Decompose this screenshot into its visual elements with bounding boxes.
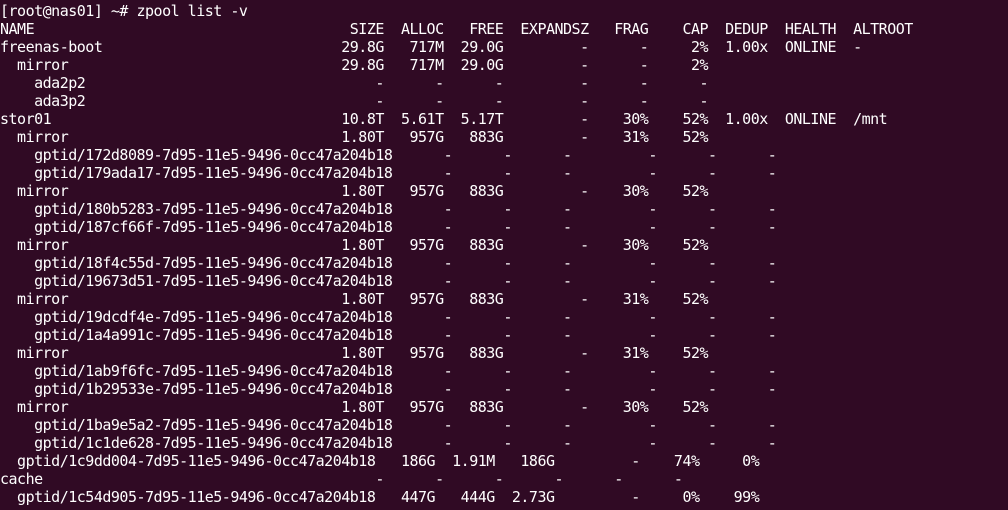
- vdev-row: mirror 1.80T 957G 883G - 30% 52%: [0, 182, 709, 200]
- vdev-row: mirror 1.80T 957G 883G - 31% 52%: [0, 344, 709, 362]
- cache-row: cache - - - - - -: [0, 470, 683, 488]
- device-row: gptid/1c1de628-7d95-11e5-9496-0cc47a204b…: [0, 434, 777, 452]
- vdev-row: mirror 1.80T 957G 883G - 30% 52%: [0, 398, 709, 416]
- device-row: ada2p2 - - - - - -: [0, 74, 709, 92]
- pool-row-stor01: stor01 10.8T 5.61T 5.17T - 30% 52% 1.00x…: [0, 110, 888, 128]
- vdev-row: mirror 1.80T 957G 883G - 31% 52%: [0, 128, 709, 146]
- vdev-row: mirror 1.80T 957G 883G - 31% 52%: [0, 290, 709, 308]
- device-row: gptid/18f4c55d-7d95-11e5-9496-0cc47a204b…: [0, 254, 777, 272]
- device-row: gptid/172d8089-7d95-11e5-9496-0cc47a204b…: [0, 146, 777, 164]
- device-row: gptid/19dcdf4e-7d95-11e5-9496-0cc47a204b…: [0, 308, 777, 326]
- device-row: gptid/180b5283-7d95-11e5-9496-0cc47a204b…: [0, 200, 777, 218]
- device-row: gptid/19673d51-7d95-11e5-9496-0cc47a204b…: [0, 272, 777, 290]
- device-row: ada3p2 - - - - - -: [0, 92, 709, 110]
- terminal-window[interactable]: [root@nas01] ~# zpool list -v NAME SIZE A…: [0, 0, 1008, 510]
- device-row: gptid/1a4a991c-7d95-11e5-9496-0cc47a204b…: [0, 326, 777, 344]
- device-row: gptid/1b29533e-7d95-11e5-9496-0cc47a204b…: [0, 380, 777, 398]
- table-header: NAME SIZE ALLOC FREE EXPANDSZ FRAG CAP D…: [0, 20, 913, 38]
- log-device-row: gptid/1c9dd004-7d95-11e5-9496-0cc47a204b…: [0, 452, 760, 470]
- terminal-output: [root@nas01] ~# zpool list -v NAME SIZE A…: [0, 0, 1008, 506]
- device-row: gptid/179ada17-7d95-11e5-9496-0cc47a204b…: [0, 164, 777, 182]
- cache-device-row: gptid/1c54d905-7d95-11e5-9496-0cc47a204b…: [0, 488, 760, 506]
- device-row: gptid/1ba9e5a2-7d95-11e5-9496-0cc47a204b…: [0, 416, 777, 434]
- vdev-row: mirror 1.80T 957G 883G - 30% 52%: [0, 236, 709, 254]
- prompt-line: [root@nas01] ~# zpool list -v: [0, 2, 248, 20]
- device-row: gptid/187cf66f-7d95-11e5-9496-0cc47a204b…: [0, 218, 777, 236]
- pool-row-freenas-boot: freenas-boot 29.8G 717M 29.0G - - 2% 1.0…: [0, 38, 862, 56]
- device-row: gptid/1ab9f6fc-7d95-11e5-9496-0cc47a204b…: [0, 362, 777, 380]
- vdev-row: mirror 29.8G 717M 29.0G - - 2%: [0, 56, 709, 74]
